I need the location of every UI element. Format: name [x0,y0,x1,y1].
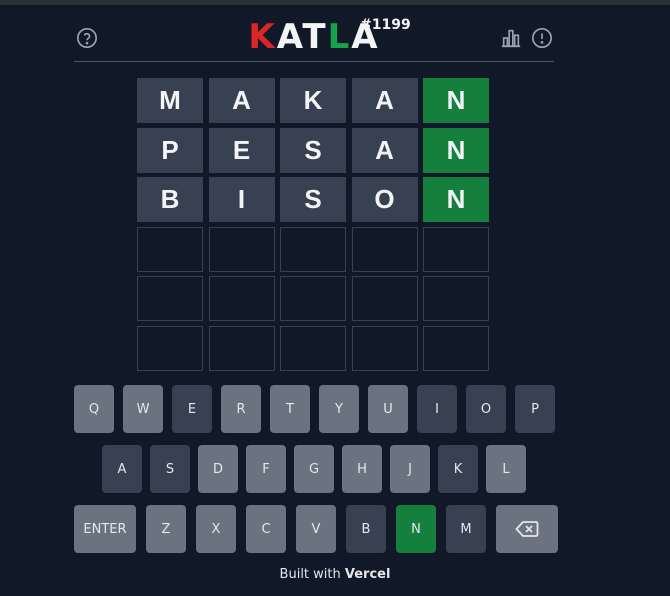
key-f[interactable]: F [246,445,286,493]
game-container: KATLA #1199 MAKANPESANBISON QWERTYUIOPAS… [74,5,558,553]
header: KATLA #1199 [74,5,554,62]
key-a[interactable]: A [102,445,142,493]
key-s[interactable]: S [150,445,190,493]
guess-grid: MAKANPESANBISON [137,78,489,371]
enter-key[interactable]: ENTER [74,505,136,553]
key-m[interactable]: M [446,505,486,553]
tile: M [137,78,203,123]
key-v[interactable]: V [296,505,336,553]
key-r[interactable]: R [221,385,261,433]
tile: O [351,177,418,222]
tile: S [280,127,346,173]
key-q[interactable]: Q [74,385,114,433]
tile: E [208,127,275,173]
tile [137,226,203,272]
tile: I [208,177,275,222]
backspace-key[interactable] [496,505,558,553]
title-letter: L [327,17,352,57]
tile: A [208,78,275,123]
key-t[interactable]: T [270,385,310,433]
tile [280,226,346,272]
tile [280,325,346,371]
key-d[interactable]: D [198,445,238,493]
tile: P [137,127,203,173]
key-b[interactable]: B [346,505,386,553]
tile [351,325,418,371]
key-u[interactable]: U [368,385,408,433]
tile [423,325,489,371]
key-c[interactable]: C [246,505,286,553]
tile: N [423,78,489,123]
tile: K [280,78,346,123]
info-circle-icon[interactable] [529,25,555,51]
title-letter: K [248,17,277,57]
key-y[interactable]: Y [319,385,359,433]
tile: A [351,127,418,173]
key-e[interactable]: E [172,385,212,433]
title-letter: A [276,17,303,57]
tile [351,276,418,321]
key-l[interactable]: L [486,445,526,493]
key-i[interactable]: I [417,385,457,433]
help-circle-icon[interactable] [74,25,100,51]
tile: S [280,177,346,222]
tile [280,276,346,321]
tile [208,276,275,321]
tile [423,226,489,272]
tile: N [423,177,489,222]
bar-chart-icon[interactable] [498,25,524,51]
key-g[interactable]: G [294,445,334,493]
key-n[interactable]: N [396,505,436,553]
title-letter: T [302,17,328,57]
puzzle-number: #1199 [360,17,411,33]
key-x[interactable]: X [196,505,236,553]
key-j[interactable]: J [390,445,430,493]
tile: A [351,78,418,123]
key-h[interactable]: H [342,445,382,493]
footer: Built with Vercel [0,567,670,582]
tile [137,276,203,321]
backspace-icon [515,521,539,537]
footer-brand-link[interactable]: Vercel [345,567,391,582]
key-k[interactable]: K [438,445,478,493]
tile: B [137,177,203,222]
tile [208,226,275,272]
tile [423,276,489,321]
tile [351,226,418,272]
tile [137,325,203,371]
tile: N [423,127,489,173]
key-o[interactable]: O [466,385,506,433]
app-title: KATLA #1199 [224,17,410,57]
tile [208,325,275,371]
key-w[interactable]: W [123,385,163,433]
key-p[interactable]: P [515,385,555,433]
footer-text: Built with [279,567,345,582]
key-z[interactable]: Z [146,505,186,553]
